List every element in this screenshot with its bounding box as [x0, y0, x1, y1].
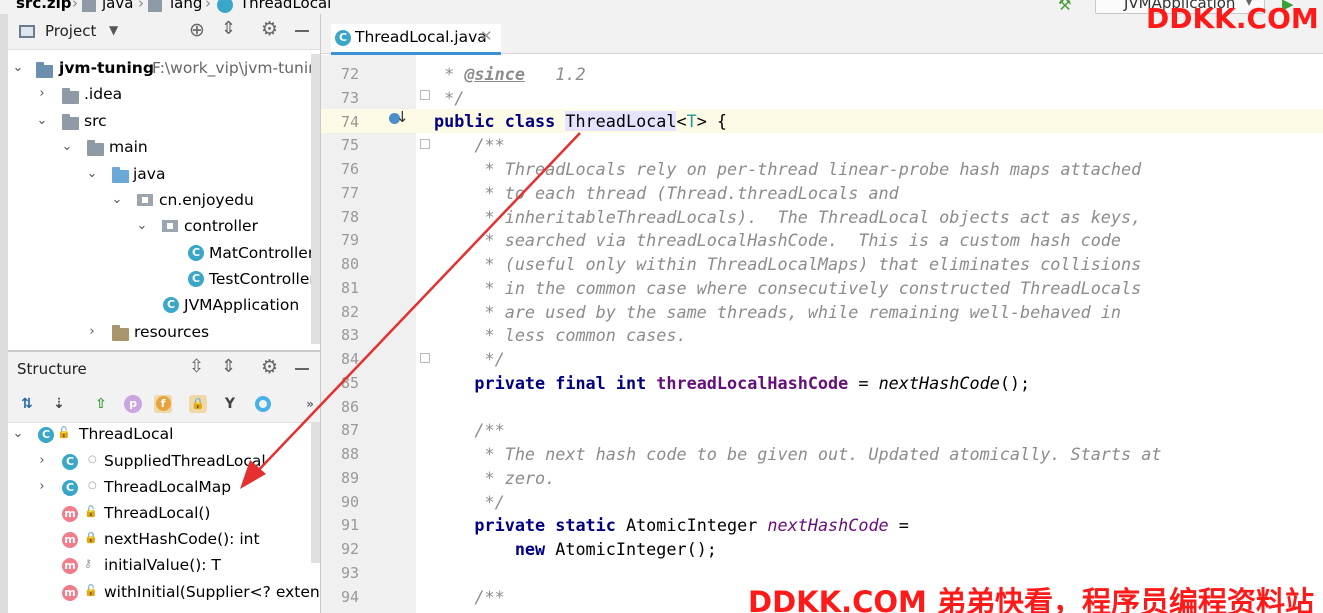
watermark-top: DDKK.COM	[1146, 2, 1319, 35]
watermark-bottom: DDKK.COM 弟弟快看，程序员编程资料站	[748, 585, 1314, 613]
annotation-arrow	[240, 132, 581, 489]
